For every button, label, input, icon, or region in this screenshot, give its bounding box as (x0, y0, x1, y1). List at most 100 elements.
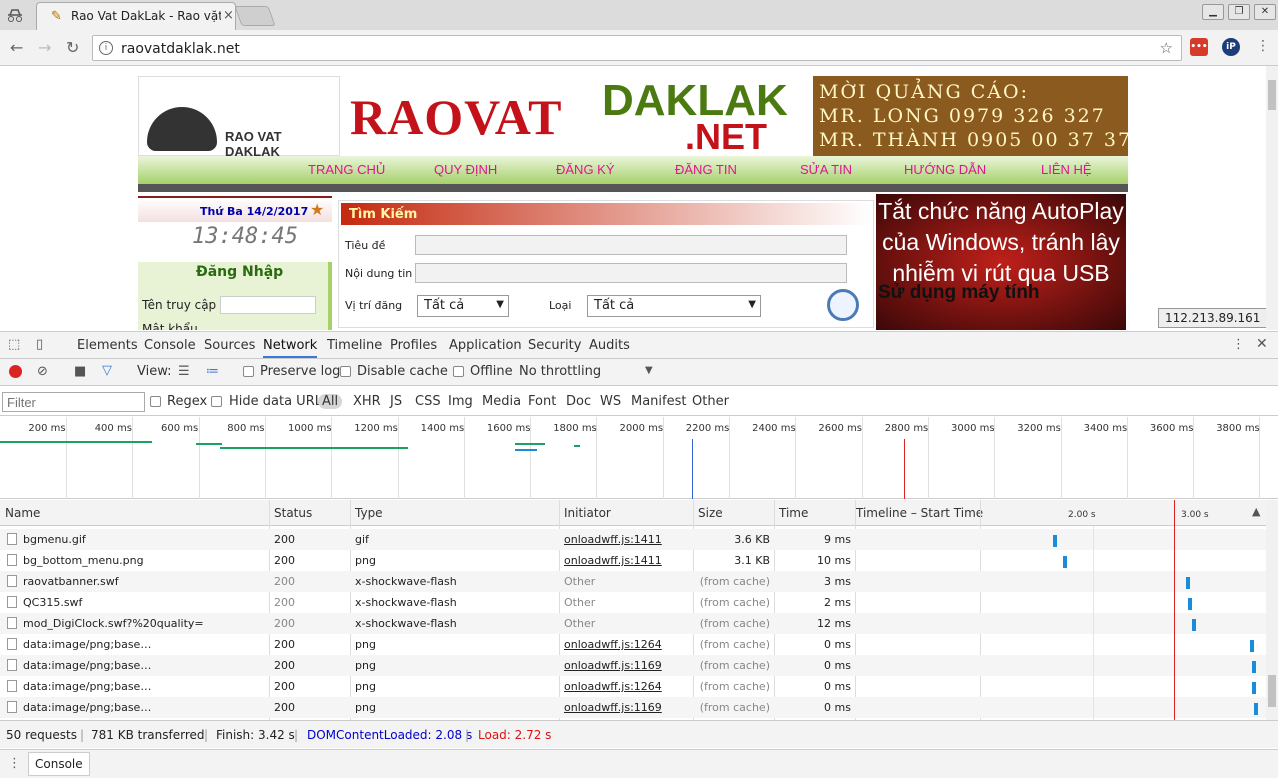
cell-initiator[interactable]: onloadwff.js:1264 (564, 680, 689, 693)
back-arrow-icon[interactable]: ← (10, 38, 23, 57)
inspect-element-icon[interactable]: ⬚ (8, 337, 20, 352)
reload-icon[interactable]: ↻ (66, 38, 79, 57)
device-toolbar-icon[interactable]: ▯ (36, 337, 43, 352)
search-magnifier-icon[interactable] (827, 289, 859, 321)
cell-initiator[interactable]: onloadwff.js:1169 (564, 701, 689, 714)
site-logo[interactable]: RAO VAT DAKLAK (138, 76, 340, 159)
cell-initiator[interactable]: onloadwff.js:1411 (564, 533, 689, 546)
cell-initiator[interactable]: onloadwff.js:1411 (564, 554, 689, 567)
menu-post[interactable]: ĐĂNG TIN (675, 162, 737, 177)
filter-js[interactable]: JS (390, 394, 402, 409)
col-time[interactable]: Time (779, 506, 808, 520)
filter-css[interactable]: CSS (415, 394, 441, 409)
list-view-icon[interactable]: ☰ (178, 364, 190, 379)
restore-button[interactable]: ❐ (1228, 4, 1250, 20)
clear-icon[interactable]: ⊘ (37, 364, 48, 379)
col-size[interactable]: Size (698, 506, 723, 520)
username-input[interactable] (220, 296, 316, 314)
banner-raovat: RAOVAT (350, 89, 563, 145)
extension-red-icon[interactable]: ••• (1190, 38, 1208, 56)
drawer-menu-icon[interactable]: ⋮ (8, 756, 21, 771)
col-type[interactable]: Type (355, 506, 383, 520)
table-row[interactable]: raovatbanner.swf 200 x-shockwave-flash Othe… (0, 571, 1266, 592)
throttling-select[interactable]: No throttling (519, 364, 601, 379)
tab-console[interactable]: Console (144, 338, 196, 353)
table-row[interactable]: mod_DigiClock.swf?%20quality= 200 x-shockw… (0, 613, 1266, 634)
col-status[interactable]: Status (274, 506, 312, 520)
video-ad[interactable]: Tắt chức năng AutoPlay của Windows, trán… (876, 194, 1126, 330)
offline-checkbox[interactable] (453, 366, 464, 377)
tab-network[interactable]: Network (263, 338, 318, 358)
scroll-thumb[interactable] (1268, 80, 1276, 110)
waterfall-view-icon[interactable]: ≔ (206, 364, 219, 379)
address-bar[interactable]: i raovatdaklak.net ☆ (92, 35, 1182, 61)
table-row[interactable]: bgmenu.gif 200 gif onloadwff.js:1411 3.6 KB 9… (0, 529, 1266, 550)
devtools-menu-icon[interactable]: ⋮ (1232, 337, 1245, 352)
close-window-button[interactable]: ✕ (1254, 4, 1276, 20)
col-timeline[interactable]: Timeline – Start Time (856, 506, 983, 520)
drawer-tab-console[interactable]: Console (28, 752, 90, 776)
table-row[interactable]: data:image/png;base… 200 png onloadwff.js:1… (0, 655, 1266, 676)
minimize-button[interactable]: ▁ (1202, 4, 1224, 20)
tab-application[interactable]: Application (449, 338, 522, 353)
scroll-thumb[interactable] (1268, 675, 1276, 707)
tab-raovat[interactable]: ✎ Rao Vat DakLak - Rao vặt × (36, 2, 236, 30)
tab-audits[interactable]: Audits (589, 338, 630, 353)
preserve-log-checkbox[interactable] (243, 366, 254, 377)
filter-img[interactable]: Img (448, 394, 473, 409)
hide-data-urls-checkbox[interactable] (211, 396, 222, 407)
table-scrollbar[interactable] (1266, 500, 1278, 720)
tab-security[interactable]: Security (528, 338, 581, 353)
tab-close-icon[interactable]: × (223, 8, 234, 23)
cell-initiator[interactable]: onloadwff.js:1169 (564, 659, 689, 672)
col-name[interactable]: Name (5, 506, 40, 520)
tab-sources[interactable]: Sources (204, 338, 255, 353)
regex-checkbox[interactable] (150, 396, 161, 407)
chevron-down-icon[interactable]: ▼ (645, 365, 653, 376)
new-tab-button[interactable] (234, 6, 276, 26)
menu-guide[interactable]: HƯỚNG DẪN (904, 162, 986, 177)
extension-ip-icon[interactable]: iP (1222, 38, 1240, 56)
filter-media[interactable]: Media (482, 394, 521, 409)
close-devtools-icon[interactable]: ✕ (1256, 336, 1268, 352)
advertise-banner[interactable]: MỜI QUẢNG CÁO: MR. LONG 0979 326 327 MR.… (813, 76, 1130, 156)
table-row[interactable]: QC315.swf 200 x-shockwave-flash Other (from … (0, 592, 1266, 613)
content-field[interactable] (415, 263, 847, 283)
tab-profiles[interactable]: Profiles (390, 338, 437, 353)
menu-edit[interactable]: SỬA TIN (800, 162, 852, 177)
table-row[interactable]: data:image/png;base… 200 png onloadwff.js:1… (0, 634, 1266, 655)
location-select[interactable]: Tất cả ▼ (417, 295, 509, 317)
menu-contact[interactable]: LIÊN HỆ (1041, 162, 1092, 177)
filter-doc[interactable]: Doc (566, 394, 591, 409)
info-icon[interactable]: i (99, 41, 113, 55)
filter-font[interactable]: Font (528, 394, 556, 409)
title-field[interactable] (415, 235, 847, 255)
bookmark-star-icon[interactable]: ☆ (1160, 39, 1173, 57)
filter-xhr[interactable]: XHR (353, 394, 381, 409)
page-scrollbar[interactable] (1266, 66, 1278, 330)
menu-home[interactable]: TRANG CHỦ (308, 162, 385, 177)
col-initiator[interactable]: Initiator (564, 506, 611, 520)
filter-manifest[interactable]: Manifest (631, 394, 686, 409)
camera-icon[interactable]: ■ (74, 364, 86, 379)
tab-elements[interactable]: Elements (77, 338, 138, 353)
tab-timeline[interactable]: Timeline (327, 338, 382, 353)
table-row[interactable]: bg_bottom_menu.png 200 png onloadwff.js:141… (0, 550, 1266, 571)
menu-rules[interactable]: QUY ĐỊNH (434, 162, 497, 177)
table-row[interactable]: data:image/png;base… 200 png onloadwff.js:1… (0, 676, 1266, 697)
sort-ascending-icon[interactable]: ▲ (1252, 505, 1260, 518)
filter-icon[interactable]: ▽ (102, 363, 112, 378)
menu-register[interactable]: ĐĂNG KÝ (556, 162, 615, 177)
record-icon[interactable] (9, 365, 22, 378)
cell-initiator[interactable]: onloadwff.js:1264 (564, 638, 689, 651)
chrome-menu-icon[interactable]: ⋮ (1256, 38, 1270, 54)
disable-cache-checkbox[interactable] (340, 366, 351, 377)
filter-all[interactable]: All (318, 394, 343, 409)
type-select[interactable]: Tất cả ▼ (587, 295, 761, 317)
filter-other[interactable]: Other (692, 394, 729, 409)
filter-ws[interactable]: WS (600, 394, 621, 409)
network-overview[interactable]: 200 ms 400 ms 600 ms 800 ms 1000 ms 1200 ms 14… (0, 417, 1278, 499)
filter-input[interactable] (2, 392, 145, 412)
table-row[interactable]: data:image/png;base… 200 png onloadwff.js:1… (0, 697, 1266, 718)
forward-arrow-icon[interactable]: → (38, 38, 51, 57)
